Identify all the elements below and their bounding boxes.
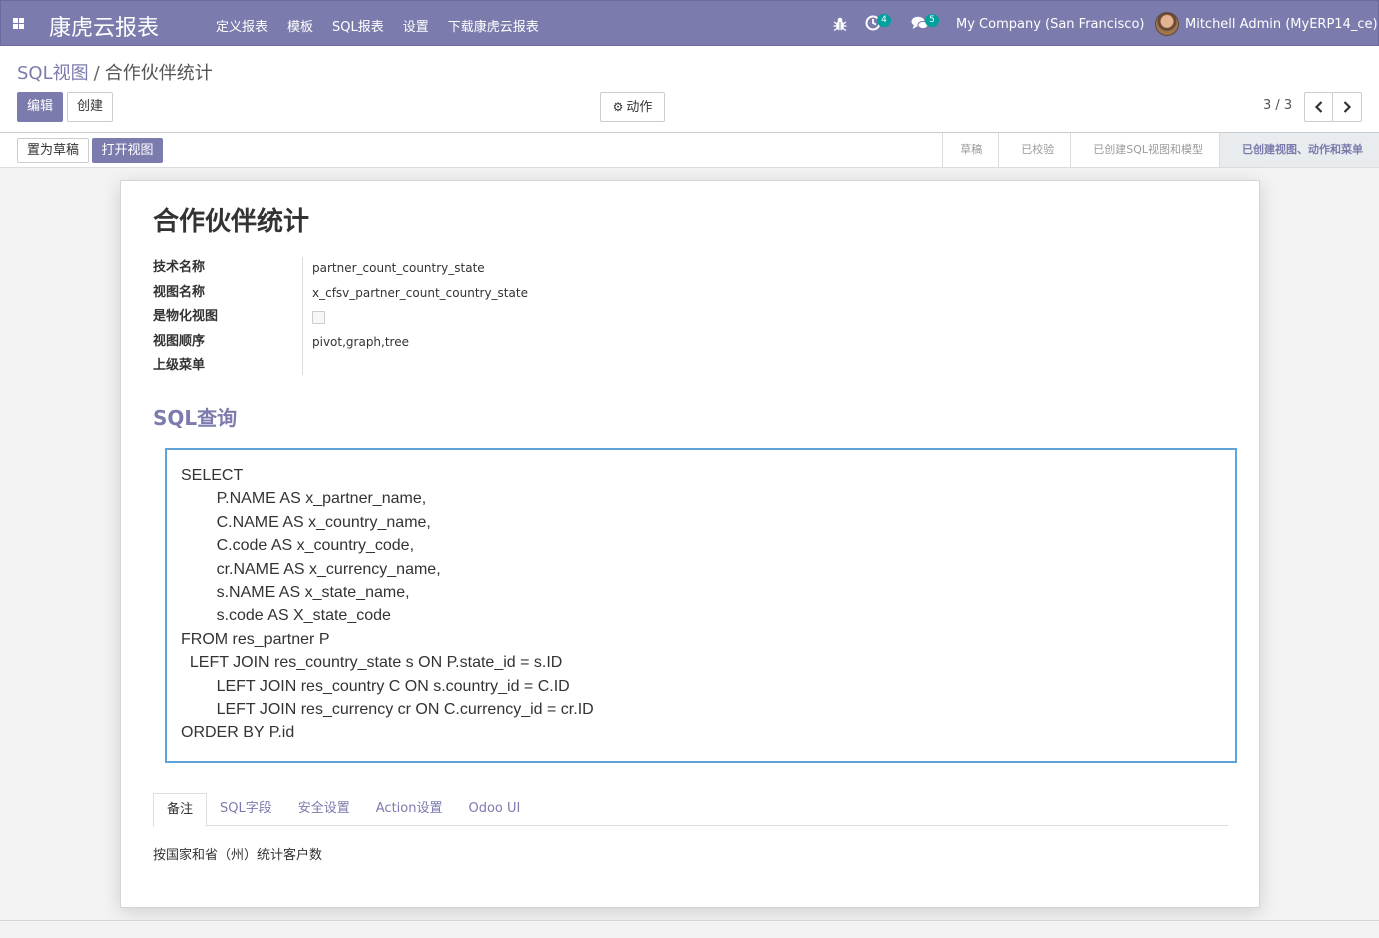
sql-line: ORDER BY P.id [181, 724, 295, 742]
stage-pipeline: 草稿 已校验 已创建SQL视图和模型 已创建视图、动作和菜单 [942, 133, 1379, 167]
action-label: 动作 [626, 100, 653, 115]
status-bar: 置为草稿 打开视图 草稿 已校验 已创建SQL视图和模型 已创建视图、动作和菜单 [0, 133, 1379, 168]
chevron-right-icon [1343, 101, 1352, 113]
pager-previous-button[interactable] [1304, 92, 1333, 122]
notebook-tabs: 备注 SQL字段 安全设置 Action设置 Odoo UI [153, 793, 1228, 827]
open-view-button[interactable]: 打开视图 [92, 138, 163, 163]
tab-notes[interactable]: 备注 [153, 793, 208, 827]
menu-item-sql-report[interactable]: SQL报表 [332, 16, 384, 35]
gear-icon: ⚙ [612, 100, 624, 114]
sql-line: C.code AS x_country_code, [181, 537, 415, 555]
stage-sql-view-created[interactable]: 已创建SQL视图和模型 [1070, 133, 1219, 167]
label-view-order: 视图顺序 [153, 333, 206, 349]
bug-icon[interactable] [833, 16, 847, 32]
sql-line: cr.NAME AS x_currency_name, [181, 560, 441, 578]
field-values: partner_count_country_state x_cfsv_partn… [312, 256, 528, 379]
label-view-name: 视图名称 [153, 284, 206, 300]
apps-menu-icon[interactable] [13, 18, 24, 29]
sql-line: LEFT JOIN res_country C ON s.country_id … [181, 677, 570, 695]
sql-line: s.code AS X_state_code [181, 607, 391, 625]
tab-security[interactable]: 安全设置 [285, 793, 363, 826]
activity-count-badge: 4 [877, 14, 891, 27]
action-dropdown-button[interactable]: ⚙ 动作 [600, 92, 665, 122]
sql-line: s.NAME AS x_state_name, [181, 583, 410, 601]
sql-line: LEFT JOIN res_country_state s ON P.state… [181, 654, 563, 672]
pager-value[interactable]: 3 / 3 [1263, 98, 1292, 113]
user-menu[interactable]: Mitchell Admin (MyERP14_ce) [1185, 17, 1378, 32]
bottom-scroll-area [0, 920, 1379, 938]
user-avatar[interactable] [1155, 12, 1179, 36]
menu-item-settings[interactable]: 设置 [403, 16, 429, 35]
field-divider [302, 257, 303, 375]
company-switcher[interactable]: My Company (San Francisco) [956, 17, 1144, 32]
field-labels: 技术名称 视图名称 是物化视图 视图顺序 上级菜单 [153, 256, 218, 379]
top-navbar: 康虎云报表 定义报表 模板 SQL报表 设置 下载康虎云报表 4 5 My Co… [0, 0, 1379, 46]
label-materialized: 是物化视图 [153, 309, 219, 324]
tab-sql-fields[interactable]: SQL字段 [207, 793, 285, 826]
stage-ui-created[interactable]: 已创建视图、动作和菜单 [1219, 133, 1379, 167]
stage-draft[interactable]: 草稿 [942, 133, 999, 167]
sql-query-heading: SQL查询 [153, 406, 238, 430]
value-view-name: x_cfsv_partner_count_country_state [312, 285, 528, 300]
sql-line: P.NAME AS x_partner_name, [181, 490, 427, 508]
record-title: 合作伙伴统计 [153, 207, 310, 237]
breadcrumb-separator: / [93, 63, 100, 84]
form-sheet: 合作伙伴统计 技术名称 视图名称 是物化视图 视图顺序 上级菜单 partner… [120, 180, 1260, 908]
pager-next-button[interactable] [1332, 92, 1362, 122]
sql-line: SELECT [181, 467, 244, 484]
menu-item-download[interactable]: 下载康虎云报表 [448, 16, 539, 35]
breadcrumb-current: 合作伙伴统计 [104, 63, 213, 84]
value-view-order: pivot,graph,tree [312, 334, 409, 349]
menu-item-define-report[interactable]: 定义报表 [216, 16, 268, 35]
chevron-left-icon [1314, 101, 1322, 113]
sql-line: FROM res_partner P [181, 630, 330, 648]
sql-line: LEFT JOIN res_currency cr ON C.currency_… [181, 700, 594, 718]
tab-odoo-ui[interactable]: Odoo UI [455, 793, 533, 826]
materialized-checkbox[interactable] [312, 311, 325, 324]
label-parent-menu: 上级菜单 [153, 358, 206, 373]
note-content: 按国家和省（州）统计客户数 [153, 848, 323, 863]
label-technical-name: 技术名称 [153, 260, 206, 275]
sql-query-editor[interactable]: SELECT P.NAME AS x_partner_name, C.NAME … [165, 448, 1237, 763]
control-panel: SQL视图 / 合作伙伴统计 编辑 创建 ⚙ 动作 3 / 3 [0, 46, 1379, 133]
set-draft-button[interactable]: 置为草稿 [17, 138, 89, 163]
app-brand[interactable]: 康虎云报表 [49, 10, 159, 42]
message-count-badge: 5 [925, 14, 939, 27]
create-button[interactable]: 创建 [67, 92, 113, 122]
edit-button[interactable]: 编辑 [17, 92, 63, 122]
stage-validated[interactable]: 已校验 [998, 133, 1071, 167]
breadcrumb-parent-link[interactable]: SQL视图 [17, 63, 89, 84]
value-parent-menu [312, 354, 528, 379]
main-menu: 定义报表 模板 SQL报表 设置 下载康虎云报表 [216, 16, 558, 35]
value-technical-name: partner_count_country_state [312, 261, 485, 275]
breadcrumb: SQL视图 / 合作伙伴统计 [17, 59, 213, 85]
menu-item-template[interactable]: 模板 [287, 16, 313, 35]
sql-line: C.NAME AS x_country_name, [181, 513, 431, 531]
tab-action-settings[interactable]: Action设置 [363, 793, 456, 826]
form-view-area: 合作伙伴统计 技术名称 视图名称 是物化视图 视图顺序 上级菜单 partner… [0, 168, 1379, 920]
